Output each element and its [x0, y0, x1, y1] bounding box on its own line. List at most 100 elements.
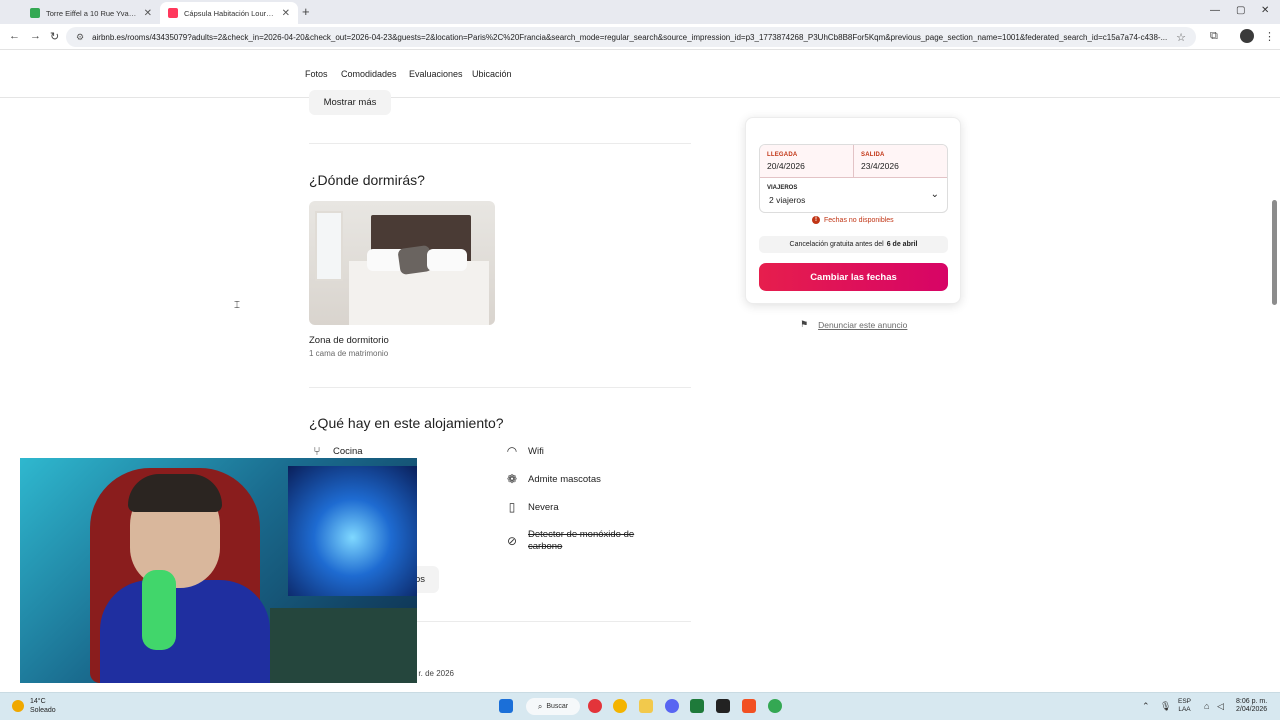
window-close-icon[interactable]: ✕ — [1261, 5, 1269, 16]
amenity-label: Nevera — [528, 501, 559, 513]
windows-start-icon[interactable] — [499, 699, 513, 713]
reload-icon[interactable]: ↻ — [50, 30, 59, 43]
address-bar[interactable]: ⚙ airbnb.es/rooms/43435079?adults=2&chec… — [66, 27, 1196, 47]
error-icon: ! — [812, 216, 820, 224]
amenities-heading: ¿Qué hay en este alojamiento? — [309, 415, 504, 431]
webcam-microphone — [142, 570, 176, 650]
amenity-fridge: ▯ Nevera — [504, 500, 559, 514]
change-dates-button[interactable]: Cambiar las fechas — [759, 263, 948, 291]
show-more-button[interactable]: Mostrar más — [309, 90, 391, 115]
lang-line1: ESP — [1178, 698, 1192, 705]
clock-time: 8:06 p. m. — [1236, 698, 1268, 705]
checkin-label: LLEGADA — [767, 152, 798, 158]
microphone-icon[interactable]: 🎙 — [1160, 701, 1171, 712]
co-detector-crossed-icon: ⊘ — [506, 534, 518, 548]
opera-icon[interactable] — [588, 699, 602, 713]
wifi-icon: ◠ — [506, 444, 518, 458]
back-arrow-icon[interactable]: ← — [9, 30, 20, 42]
extensions-icon[interactable]: ⧉ — [1210, 30, 1218, 43]
bedroom-photo[interactable] — [309, 201, 495, 325]
checkout-field[interactable]: SALIDA 23/4/2026 — [854, 145, 947, 178]
mouse-cursor-icon: ⌶ — [234, 300, 240, 311]
subnav-fotos[interactable]: Fotos — [305, 69, 328, 79]
weather-desc: Soleado — [30, 707, 56, 714]
amenity-kitchen: ⑂ Cocina — [309, 444, 363, 458]
guests-dropdown[interactable]: VIAJEROS 2 viajeros ⌄ — [760, 178, 947, 212]
subnav-comodidades[interactable]: Comodidades — [341, 69, 397, 79]
lang-line2: LAA — [1178, 706, 1191, 713]
report-listing-link[interactable]: ⚑ Denunciar este anuncio — [800, 319, 907, 330]
profile-avatar[interactable] — [1240, 29, 1254, 43]
webcam-desk — [270, 608, 417, 683]
amenity-co-detector-unavailable: ⊘ Detector de monóxido de carbono — [504, 529, 658, 553]
language-indicator[interactable]: ESP LAA — [1178, 698, 1191, 714]
search-icon: ⌕ — [537, 701, 543, 711]
url-text: airbnb.es/rooms/43435079?adults=2&check_… — [92, 32, 1168, 42]
subnav-evaluaciones[interactable]: Evaluaciones — [409, 69, 463, 79]
tab-torre-eiffel[interactable]: Torre Eiffel a 10 Rue Yvan Tourg... ✕ — [22, 2, 160, 24]
checkin-field[interactable]: LLEGADA 20/4/2026 — [760, 145, 854, 178]
booking-date-guest-box: LLEGADA 20/4/2026 SALIDA 23/4/2026 VIAJE… — [759, 144, 948, 213]
tab-title: Torre Eiffel a 10 Rue Yvan Tourg... — [46, 8, 140, 18]
terminal-icon[interactable] — [690, 699, 704, 713]
guests-value: 2 viajeros — [769, 195, 806, 205]
report-label: Denunciar este anuncio — [818, 319, 908, 330]
webcam-person-body — [100, 580, 270, 683]
weather-temp: 14°C — [30, 698, 46, 705]
cancel-text: Cancelación gratuita antes del — [789, 241, 884, 248]
site-settings-icon[interactable]: ⚙ — [76, 32, 84, 43]
obs-icon[interactable] — [716, 699, 730, 713]
maximize-icon[interactable]: ▢ — [1236, 5, 1245, 16]
tab-capsula-habitacion[interactable]: Cápsula Habitación Lourmel - A ✕ — [160, 2, 298, 24]
fridge-icon: ▯ — [508, 500, 516, 514]
sun-icon — [12, 700, 24, 712]
free-cancellation-note: Cancelación gratuita antes del 6 de abri… — [759, 236, 948, 253]
minimize-icon[interactable]: — — [1210, 5, 1220, 16]
volume-icon[interactable]: ◁ — [1217, 701, 1224, 712]
webcam-person-hair — [128, 474, 222, 512]
new-tab-button[interactable]: + — [302, 4, 310, 19]
tray-chevron-icon[interactable]: ⌃ — [1142, 701, 1150, 712]
section-divider — [309, 143, 691, 144]
photo-pillow — [427, 249, 467, 271]
taskbar: 14°C Soleado ⌕ Buscar ⌃ 🎙 ESP LAA ⌂ ◁ 8:… — [0, 692, 1280, 720]
discord-icon[interactable] — [665, 699, 679, 713]
maps-favicon-icon — [30, 8, 40, 18]
file-explorer-icon[interactable] — [639, 699, 653, 713]
menu-dots-icon[interactable]: ⋮ — [1264, 30, 1275, 43]
flag-icon: ⚑ — [800, 319, 809, 329]
checkout-value: 23/4/2026 — [861, 161, 899, 171]
amenity-label: Cocina — [333, 445, 363, 457]
taskbar-search[interactable]: ⌕ Buscar — [526, 698, 580, 715]
close-icon[interactable]: ✕ — [144, 8, 152, 19]
amenity-label: Detector de monóxido de carbono — [528, 529, 635, 552]
section-divider — [309, 387, 691, 388]
chrome-icon[interactable] — [613, 699, 627, 713]
room-beds: 1 cama de matrimonio — [309, 349, 389, 358]
network-icon[interactable]: ⌂ — [1204, 701, 1209, 711]
bookmark-star-icon[interactable]: ☆ — [1176, 31, 1186, 44]
kitchen-utensils-icon: ⑂ — [313, 444, 321, 458]
tab-title: Cápsula Habitación Lourmel - A — [184, 8, 278, 18]
listing-subnav: Fotos Comodidades Evaluaciones Ubicación — [0, 51, 1280, 98]
webcam-overlay — [20, 458, 417, 683]
photo-window — [315, 211, 343, 281]
amenity-wifi: ◠ Wifi — [504, 444, 544, 458]
browser-toolbar: ← → ↻ ⚙ airbnb.es/rooms/43435079?adults=… — [0, 24, 1280, 50]
cancel-date: 6 de abril — [886, 241, 918, 248]
chrome-active-icon[interactable] — [768, 699, 782, 713]
taskbar-clock[interactable]: 8:06 p. m. 2/04/2026 — [1236, 698, 1267, 714]
subnav-ubicacion[interactable]: Ubicación — [472, 69, 512, 79]
amenity-label: Admite mascotas — [528, 473, 601, 485]
close-icon[interactable]: ✕ — [282, 8, 290, 19]
room-name: Zona de dormitorio — [309, 335, 389, 346]
forward-arrow-icon[interactable]: → — [30, 30, 41, 42]
amenity-pets: ❁ Admite mascotas — [504, 472, 601, 486]
browser-tabstrip: Torre Eiffel a 10 Rue Yvan Tourg... ✕ Cá… — [0, 0, 1280, 24]
checkin-value: 20/4/2026 — [767, 161, 805, 171]
page-scrollbar[interactable] — [1272, 200, 1277, 305]
weather-widget[interactable]: 14°C Soleado — [12, 697, 56, 715]
amenity-label: Wifi — [528, 445, 544, 457]
search-label: Buscar — [546, 703, 569, 710]
brave-icon[interactable] — [742, 699, 756, 713]
